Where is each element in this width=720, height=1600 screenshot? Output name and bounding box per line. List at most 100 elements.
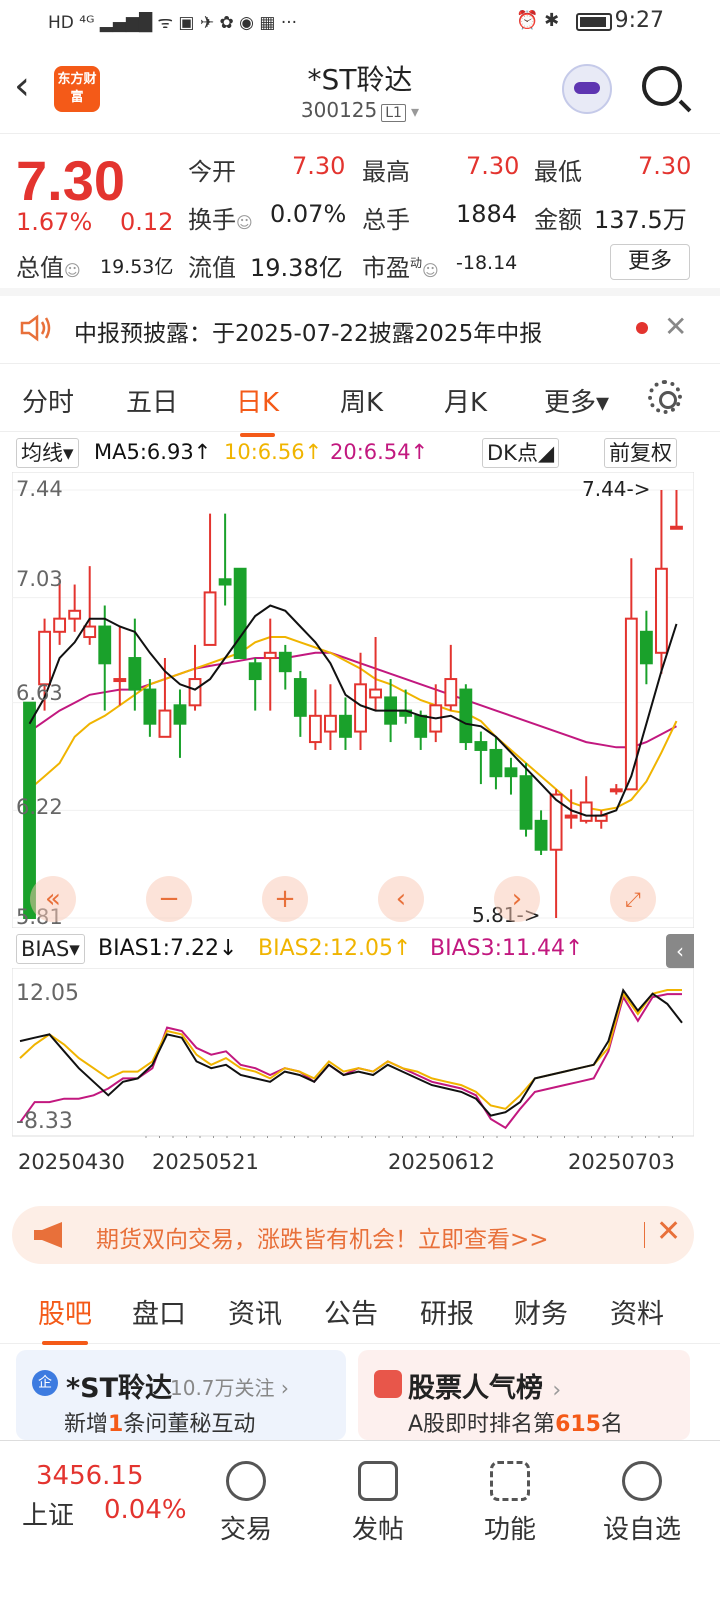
candle-body	[278, 651, 292, 673]
candle-body	[534, 819, 548, 851]
guba-card[interactable]: 企 *ST聆达 10.7万关注 › 新增1条问董秘互动	[16, 1350, 346, 1440]
candle-body	[519, 775, 533, 830]
candle-body	[293, 678, 307, 717]
chart-bar-icon	[374, 1370, 402, 1398]
content-tabs: 股吧 盘口 资讯 公告 研报 财务 资料	[0, 1282, 720, 1345]
candle-body	[263, 651, 277, 660]
tab-more-periods[interactable]: 更多▾	[544, 382, 609, 419]
open-label: 今开	[188, 158, 236, 186]
battery-icon	[576, 13, 612, 31]
date-label: 20250430	[18, 1150, 125, 1174]
candle-body	[83, 625, 97, 639]
candle-body	[369, 688, 382, 699]
tab-five-day[interactable]: 五日	[126, 382, 178, 419]
assistant-robot-icon[interactable]	[562, 64, 612, 114]
popularity-card[interactable]: 股票人气榜 › A股即时排名第615名	[358, 1350, 690, 1440]
y-tick-label: 6.22	[16, 795, 63, 819]
ad-banner[interactable]: 期货双向交易，涨跌皆有机会！立即查看>> ✕	[12, 1206, 694, 1264]
forward-adjust-button[interactable]: 前复权	[604, 438, 677, 468]
tab-announcements[interactable]: 公告	[324, 1292, 378, 1331]
notice-banner[interactable]: 中报预披露：于2025-07-22披露2025年中报 ✕	[0, 296, 720, 364]
tab-finance[interactable]: 财务	[514, 1292, 568, 1331]
low-label: 最低	[534, 158, 582, 186]
close-icon[interactable]: ✕	[656, 1214, 681, 1249]
collapse-panel-icon[interactable]: ‹	[666, 934, 694, 968]
volume-value: 1884	[456, 200, 518, 228]
current-price: 7.30	[16, 149, 125, 212]
status-icons-right: ⏰ ✱	[516, 10, 560, 31]
bias-chart[interactable]: 12.05 -8.33	[12, 968, 694, 1138]
tab-news[interactable]: 资讯	[228, 1292, 282, 1331]
clock: 9:27	[614, 8, 664, 33]
followers-count: 10.7万关注 ›	[170, 1376, 289, 1400]
dk-point-button[interactable]: DK点◢	[482, 438, 560, 468]
candle-body	[113, 678, 127, 683]
tab-profile[interactable]: 资料	[610, 1292, 664, 1331]
date-label: 20250703	[568, 1150, 675, 1174]
card-subtitle: 新增1条问董秘互动	[64, 1412, 256, 1437]
y-tick-label: 7.44	[16, 477, 63, 501]
tab-daily-k[interactable]: 日K	[236, 382, 279, 437]
close-icon[interactable]: ✕	[664, 310, 687, 343]
bias-selector[interactable]: BIAS▾	[16, 934, 85, 964]
unread-dot	[636, 322, 648, 334]
bottom-nav: 3456.15 上证 0.04% 交易 发帖 功能 设自选	[0, 1440, 720, 1600]
megaphone-icon	[34, 1222, 62, 1248]
status-bar: HD ⁴ᴳ ▂▄▆█ ᯤ ▣ ✈ ✿ ◉ ▦ ··· ⏰ ✱ 9:27	[0, 0, 720, 42]
bias-bottom-label: -8.33	[16, 1109, 73, 1134]
ma-indicator-bar: 均线▾ MA5:6.93↑ 10:6.56↑ 20:6.54↑ DK点◢ 前复权	[12, 436, 694, 470]
more-quote-button[interactable]: 更多	[610, 244, 690, 280]
scroll-left-button[interactable]: ‹	[378, 876, 424, 922]
scroll-right-button[interactable]: ›	[494, 876, 540, 922]
y-tick-label: 6.63	[16, 681, 63, 705]
tab-pankou[interactable]: 盘口	[132, 1292, 186, 1331]
zoom-in-button[interactable]: +	[262, 876, 308, 922]
index-value: 3456.15	[36, 1461, 144, 1491]
bias-top-label: 12.05	[16, 981, 79, 1006]
candle-body	[324, 714, 337, 733]
tab-weekly-k[interactable]: 周K	[340, 382, 383, 419]
notice-text: 中报预披露：于2025-07-22披露2025年中报	[74, 321, 543, 347]
candle-body	[233, 567, 247, 660]
candle-body	[53, 617, 67, 633]
zoom-out-button[interactable]: −	[146, 876, 192, 922]
candle-body	[459, 688, 473, 744]
candle-body	[609, 788, 623, 793]
amount-value: 137.5万	[594, 206, 687, 234]
bias-indicator-bar: BIAS▾ BIAS1:7.22↓ BIAS2:12.05↑ BIAS3:11.…	[12, 932, 694, 968]
scroll-left-fast-button[interactable]: «	[30, 876, 76, 922]
index-percent: 0.04%	[104, 1495, 187, 1525]
max-price-marker: 7.44->	[582, 477, 651, 501]
search-icon[interactable]	[642, 66, 682, 106]
tab-research[interactable]: 研报	[420, 1292, 474, 1331]
candle-body	[414, 714, 428, 738]
float-value: 19.38亿	[250, 254, 343, 282]
candle-body	[474, 741, 488, 751]
card-subtitle: A股即时排名第615名	[408, 1412, 624, 1437]
nav-post[interactable]: 发帖	[318, 1461, 438, 1546]
gear-icon[interactable]	[648, 380, 682, 414]
status-icons-left: HD ⁴ᴳ ▂▄▆█ ᯤ ▣ ✈ ✿ ◉ ▦ ···	[48, 13, 298, 33]
stock-code[interactable]: 300125 L1 ▾	[0, 98, 720, 122]
index-name[interactable]: 上证	[22, 1495, 74, 1532]
volume-label: 总手	[362, 206, 410, 234]
mktcap-label: 总值☺	[16, 254, 81, 282]
card-title: 股票人气榜 ›	[408, 1373, 562, 1404]
pe-label: 市盈动☺	[362, 254, 439, 282]
tab-guba[interactable]: 股吧	[38, 1292, 92, 1345]
change-amount: 0.12	[120, 208, 174, 236]
nav-add-watchlist[interactable]: 设自选	[582, 1461, 702, 1546]
tab-intraday[interactable]: 分时	[22, 382, 74, 419]
nav-function[interactable]: 功能	[450, 1461, 570, 1546]
stock-name: *ST聆达	[307, 63, 413, 96]
ma-selector[interactable]: 均线▾	[16, 438, 79, 468]
period-tabs: 分时 五日 日K 周K 月K 更多▾	[0, 364, 720, 437]
turnover-value: 0.07%	[270, 200, 347, 228]
edit-icon	[358, 1461, 398, 1501]
nav-trade[interactable]: 交易	[186, 1461, 306, 1546]
candle-body	[579, 801, 593, 822]
kline-chart[interactable]: 7.44 7.03 6.63 6.22 5.81 7.44-> 5.81->	[12, 472, 694, 928]
tab-monthly-k[interactable]: 月K	[444, 382, 487, 419]
candle-body	[504, 767, 518, 778]
fullscreen-icon[interactable]: ⤢	[610, 876, 656, 922]
